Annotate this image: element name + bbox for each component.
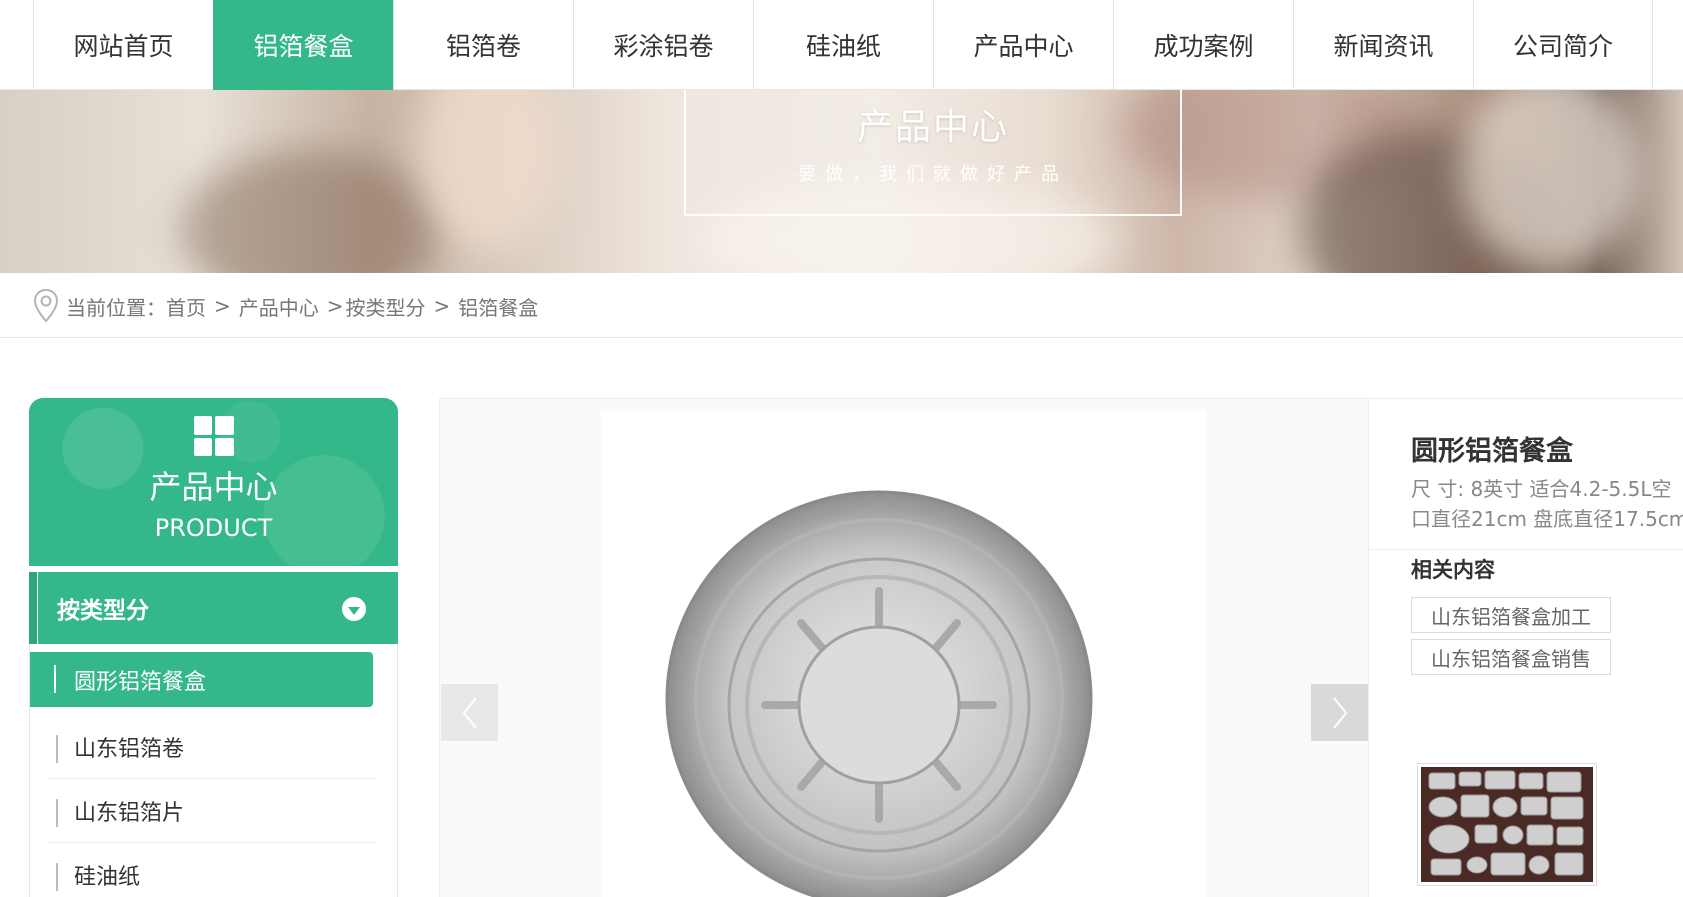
breadcrumb-products[interactable]: 产品中心: [239, 292, 319, 321]
product-spec-line: 尺 寸: 8英寸 适合4.2-5.5L空: [1411, 477, 1672, 501]
sidebar-list: 圆形铝箔餐盒 山东铝箔卷 山东铝箔片 硅油纸: [29, 644, 398, 897]
related-tag-processing[interactable]: 山东铝箔餐盒加工: [1411, 597, 1611, 633]
chevron-left-icon: [462, 696, 477, 729]
product-name: 圆形铝箔餐盒: [1411, 436, 1573, 467]
breadcrumb-divider: [0, 337, 1683, 338]
product-thumbnail[interactable]: [1417, 763, 1597, 886]
nav-item-cases[interactable]: 成功案例: [1113, 0, 1293, 90]
breadcrumb-by-type[interactable]: 按类型分: [346, 292, 426, 321]
sidebar-item-foil-roll[interactable]: 山东铝箔卷: [46, 715, 376, 779]
banner-photo-shape: [180, 150, 440, 273]
nav-item-home[interactable]: 网站首页: [33, 0, 213, 90]
sidebar-title: 产品中心: [149, 468, 278, 506]
related-tag-sales[interactable]: 山东铝箔餐盒销售: [1411, 639, 1611, 675]
breadcrumb-prefix: 当前位置：: [66, 295, 166, 320]
location-pin-icon: [33, 288, 59, 323]
nav-item-aluminum-foil-roll[interactable]: 铝箔卷: [393, 0, 573, 90]
nav-items: 网站首页 铝箔餐盒 铝箔卷 彩涂铝卷 硅油纸 产品中心 成功案例 新闻资讯 公司…: [33, 0, 1653, 90]
breadcrumb-separator: >: [214, 294, 231, 318]
product-spec-line: 口直径21cm 盘底直径17.5cm: [1411, 507, 1683, 531]
sidebar-category[interactable]: 按类型分: [29, 572, 398, 644]
thumbnail-image: [1421, 767, 1593, 882]
chevron-down-circle-icon[interactable]: [342, 597, 366, 621]
sidebar-title-en: PRODUCT: [154, 514, 273, 542]
nav-item-aluminum-foil-boxes[interactable]: 铝箔餐盒: [213, 0, 393, 90]
nav-item-about[interactable]: 公司简介: [1473, 0, 1653, 90]
banner-title-box: 产品中心 要做，我们就做好产品: [684, 90, 1182, 216]
product-gallery: [440, 399, 1368, 897]
page: 网站首页 铝箔餐盒 铝箔卷 彩涂铝卷 硅油纸 产品中心 成功案例 新闻资讯 公司…: [0, 0, 1683, 897]
sidebar-item-round-foil-box[interactable]: 圆形铝箔餐盒: [30, 652, 373, 707]
product-spec: 尺 寸: 8英寸 适合4.2-5.5L空 口直径21cm 盘底直径17.5cm: [1411, 474, 1683, 534]
hero-banner: 产品中心 要做，我们就做好产品: [0, 90, 1683, 273]
sidebar-category-label: 按类型分: [57, 598, 149, 624]
product-panel: 圆形铝箔餐盒 尺 寸: 8英寸 适合4.2-5.5L空 口直径21cm 盘底直径…: [439, 398, 1683, 897]
nav-item-news[interactable]: 新闻资讯: [1293, 0, 1473, 90]
nav-item-coated-aluminum-coil[interactable]: 彩涂铝卷: [573, 0, 753, 90]
banner-title: 产品中心: [856, 107, 1009, 148]
breadcrumb-separator: >: [433, 294, 451, 318]
chevron-right-icon: [1332, 696, 1347, 729]
grid-icon: [193, 416, 234, 456]
round-foil-tray-image: [665, 490, 1093, 897]
nav-item-silicone-paper[interactable]: 硅油纸: [753, 0, 933, 90]
sidebar-header: 产品中心 PRODUCT: [29, 398, 398, 566]
info-divider: [1369, 549, 1683, 550]
product-image[interactable]: [601, 411, 1206, 897]
top-navigation: 网站首页 铝箔餐盒 铝箔卷 彩涂铝卷 硅油纸 产品中心 成功案例 新闻资讯 公司…: [0, 0, 1683, 90]
breadcrumb-current[interactable]: 铝箔餐盒: [458, 292, 538, 321]
related-title: 相关内容: [1411, 558, 1495, 582]
breadcrumb: 当前位置： 首页 > 产品中心 > 按类型分 > 铝箔餐盒: [32, 288, 538, 324]
sidebar-item-silicone-paper[interactable]: 硅油纸: [46, 843, 376, 897]
foil-containers-collage: [1421, 767, 1593, 882]
nav-item-products[interactable]: 产品中心: [933, 0, 1113, 90]
banner-photo-shape: [420, 90, 560, 250]
sidebar-item-foil-sheet[interactable]: 山东铝箔片: [46, 779, 376, 843]
gallery-prev-button[interactable]: [441, 684, 498, 741]
breadcrumb-home[interactable]: 首页: [166, 292, 206, 321]
gallery-next-button[interactable]: [1311, 684, 1368, 741]
product-info: 圆形铝箔餐盒 尺 寸: 8英寸 适合4.2-5.5L空 口直径21cm 盘底直径…: [1368, 399, 1683, 897]
sidebar: 产品中心 PRODUCT 按类型分 圆形铝箔餐盒 山东铝箔卷 山东铝箔片 硅油纸: [29, 398, 398, 897]
breadcrumb-separator: >: [326, 294, 344, 318]
banner-subtitle: 要做，我们就做好产品: [798, 164, 1068, 185]
